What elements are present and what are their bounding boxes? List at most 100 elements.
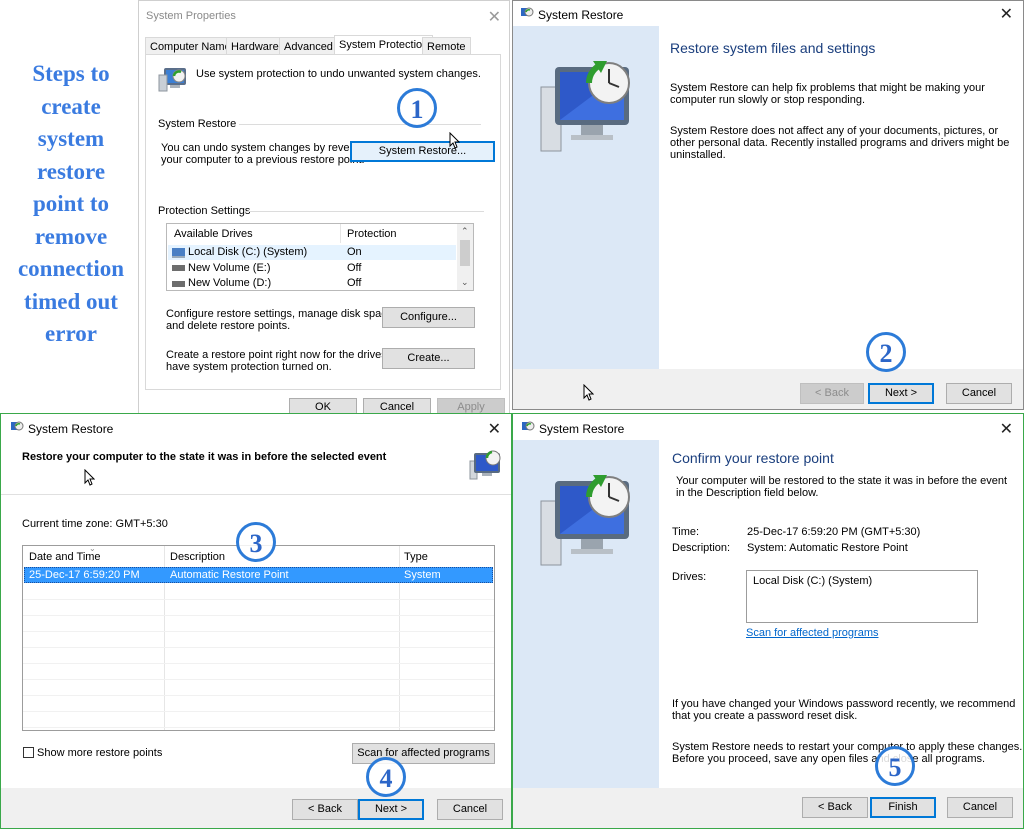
caption-line: remove bbox=[34, 223, 108, 249]
back-button[interactable]: < Back bbox=[292, 799, 358, 820]
text-line: in the Description field below. bbox=[676, 487, 819, 499]
wizard-footer bbox=[1, 788, 511, 828]
text-line: uninstalled. bbox=[670, 149, 726, 161]
drive-protection: Off bbox=[347, 262, 362, 274]
close-icon[interactable]: ✕ bbox=[1000, 419, 1013, 439]
show-more-checkbox[interactable] bbox=[23, 747, 34, 758]
column-header-protection[interactable]: Protection bbox=[347, 228, 397, 240]
window-title: System Restore bbox=[539, 422, 625, 436]
scan-affected-programs-link[interactable]: Scan for affected programs bbox=[746, 627, 878, 639]
caption-line: timed out bbox=[24, 288, 118, 314]
intro-text: Use system protection to undo unwanted s… bbox=[196, 68, 481, 80]
back-button[interactable]: < Back bbox=[802, 797, 868, 818]
column-divider bbox=[340, 224, 341, 243]
time-label: Time: bbox=[672, 526, 700, 538]
tab-computer-name[interactable]: Computer Name bbox=[145, 37, 236, 55]
create-button[interactable]: Create... bbox=[382, 348, 475, 369]
text-line: your computer to a previous restore poin… bbox=[161, 154, 365, 166]
text-line: System Restore can help fix problems tha… bbox=[670, 82, 985, 94]
configure-description: Configure restore settings, manage disk … bbox=[166, 308, 396, 332]
finish-button[interactable]: Finish bbox=[870, 797, 936, 818]
drive-protection: Off bbox=[347, 277, 362, 289]
scroll-thumb[interactable] bbox=[460, 240, 470, 266]
group-divider bbox=[239, 124, 481, 125]
close-icon[interactable]: ✕ bbox=[488, 419, 501, 439]
text-line: and delete restore points. bbox=[166, 320, 291, 332]
cancel-button[interactable]: Cancel bbox=[947, 797, 1013, 818]
back-button[interactable]: < Back bbox=[800, 383, 864, 404]
close-icon[interactable]: ✕ bbox=[488, 7, 501, 27]
text-line: Before you proceed, save any open files … bbox=[672, 753, 986, 765]
tab-remote[interactable]: Remote bbox=[422, 37, 471, 55]
text-line: Your computer will be restored to the st… bbox=[676, 475, 1007, 487]
caption-line: point to bbox=[32, 191, 110, 216]
apply-button[interactable]: Apply bbox=[437, 398, 505, 413]
step-badge-2: 2 bbox=[866, 332, 906, 372]
wizard-intro: Your computer will be restored to the st… bbox=[676, 475, 1007, 499]
vertical-scrollbar[interactable]: ⌃ ⌄ bbox=[457, 224, 473, 290]
drives-box[interactable]: Local Disk (C:) (System) bbox=[746, 570, 978, 623]
tab-panel bbox=[145, 54, 501, 390]
step-badge-5: 5 bbox=[875, 746, 915, 786]
time-value: 25-Dec-17 6:59:20 PM (GMT+5:30) bbox=[747, 526, 921, 538]
wizard-heading: Restore your computer to the state it wa… bbox=[22, 451, 387, 463]
system-drive-icon bbox=[172, 248, 185, 258]
wizard-paragraph: System Restore does not affect any of yo… bbox=[670, 125, 1009, 161]
next-button[interactable]: Next > bbox=[868, 383, 934, 404]
timezone-label: Current time zone: GMT+5:30 bbox=[22, 518, 168, 530]
restore-points-table[interactable]: Date and Time ⌄ Description Type 25-Dec-… bbox=[22, 545, 495, 731]
scroll-down-icon[interactable]: ⌄ bbox=[461, 277, 469, 288]
text-line: System Restore needs to restart your com… bbox=[672, 741, 1023, 753]
column-header-description[interactable]: Description bbox=[170, 551, 225, 563]
system-restore-button[interactable]: System Restore... bbox=[350, 141, 495, 162]
cancel-button[interactable]: Cancel bbox=[437, 799, 503, 820]
create-description: Create a restore point right now for the… bbox=[166, 349, 408, 373]
text-line: Create a restore point right now for the… bbox=[166, 349, 409, 361]
close-icon[interactable]: ✕ bbox=[1000, 4, 1013, 24]
caption-line: error bbox=[45, 321, 97, 346]
next-button[interactable]: Next > bbox=[358, 799, 424, 820]
restore-description: You can undo system changes by reverting… bbox=[161, 142, 371, 166]
text-line: have system protection turned on. bbox=[166, 361, 332, 373]
system-properties-window: System Properties ✕ Computer Name Hardwa… bbox=[138, 0, 510, 414]
text-line: System Restore does not affect any of yo… bbox=[670, 125, 999, 137]
mouse-cursor-icon bbox=[84, 469, 95, 486]
system-restore-title-icon bbox=[521, 420, 535, 434]
column-header-type[interactable]: Type bbox=[404, 551, 428, 563]
show-more-label[interactable]: Show more restore points bbox=[37, 747, 162, 759]
text-line: You can undo system changes by reverting bbox=[161, 142, 371, 154]
system-protection-icon bbox=[157, 65, 189, 95]
group-system-restore-label: System Restore bbox=[158, 118, 237, 130]
text-line: Configure restore settings, manage disk … bbox=[166, 308, 396, 320]
cancel-button[interactable]: Cancel bbox=[946, 383, 1012, 404]
drive-icon bbox=[172, 281, 185, 287]
wizard-left-panel bbox=[513, 440, 659, 790]
window-title: System Restore bbox=[28, 422, 114, 436]
header-divider bbox=[1, 494, 511, 495]
drives-list[interactable]: Available Drives Protection Local Disk (… bbox=[166, 223, 474, 291]
tab-system-protection[interactable]: System Protection bbox=[334, 35, 434, 55]
tab-hardware[interactable]: Hardware bbox=[226, 37, 284, 55]
cancel-button[interactable]: Cancel bbox=[363, 398, 431, 413]
description-value: System: Automatic Restore Point bbox=[747, 542, 908, 554]
wizard-heading: Restore system files and settings bbox=[670, 40, 876, 56]
window-title: System Restore bbox=[538, 8, 624, 22]
step-badge-1: 1 bbox=[397, 88, 437, 128]
drives-value: Local Disk (C:) (System) bbox=[753, 575, 873, 587]
group-divider bbox=[244, 211, 484, 212]
system-restore-choose-point: System Restore ✕ Restore your computer t… bbox=[0, 413, 512, 829]
configure-button[interactable]: Configure... bbox=[382, 307, 475, 328]
drives-label: Drives: bbox=[672, 571, 707, 583]
caption-line: restore bbox=[36, 158, 106, 184]
caption-line: Steps to bbox=[32, 61, 110, 86]
column-header-available-drives[interactable]: Available Drives bbox=[174, 228, 253, 240]
ok-button[interactable]: OK bbox=[289, 398, 357, 413]
tab-advanced[interactable]: Advanced bbox=[279, 37, 338, 55]
row-lines bbox=[23, 584, 494, 730]
drive-name: New Volume (E:) bbox=[188, 262, 271, 274]
scroll-up-icon[interactable]: ⌃ bbox=[461, 226, 469, 237]
system-restore-illustration bbox=[537, 465, 637, 585]
sort-indicator-icon: ⌄ bbox=[89, 545, 96, 553]
system-restore-title-icon bbox=[520, 6, 534, 20]
text-line: other personal data. Recently installed … bbox=[670, 137, 1010, 149]
